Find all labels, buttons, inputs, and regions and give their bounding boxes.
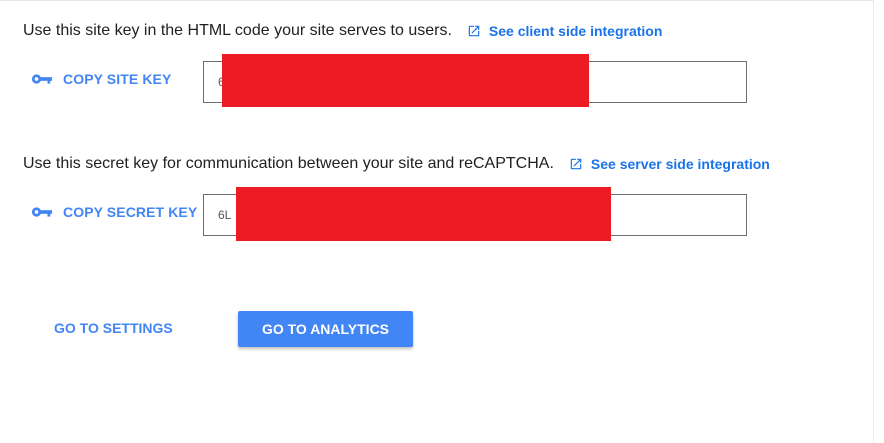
key-icon [31,74,53,84]
copy-secret-key-label: COPY SECRET KEY [63,204,198,220]
secret-key-redaction [236,187,611,241]
open-in-new-icon [468,25,480,37]
site-key-redaction [222,54,589,107]
open-in-new-icon [570,158,582,170]
client-integration-label: See client side integration [488,23,663,39]
copy-site-key-button[interactable]: COPY SITE KEY [31,71,171,87]
go-to-analytics-button[interactable]: GO TO ANALYTICS [238,311,413,347]
server-integration-link[interactable]: See server side integration [569,156,770,172]
copy-site-key-label: COPY SITE KEY [63,71,172,87]
secret-key-section: Use this secret key for communication be… [23,155,770,173]
secret-key-description: Use this secret key for communication be… [23,155,554,172]
secret-key-value: 6L [218,208,232,222]
go-to-analytics-label: GO TO ANALYTICS [261,321,390,337]
server-integration-label: See server side integration [590,156,770,172]
key-icon [31,207,53,217]
top-divider [0,0,873,1]
client-integration-link[interactable]: See client side integration [467,23,663,39]
site-key-section: Use this site key in the HTML code your … [23,22,662,40]
right-divider [873,0,874,443]
site-key-description: Use this site key in the HTML code your … [23,22,452,39]
go-to-settings-button[interactable]: GO TO SETTINGS [54,320,173,336]
copy-secret-key-button[interactable]: COPY SECRET KEY [31,204,197,220]
